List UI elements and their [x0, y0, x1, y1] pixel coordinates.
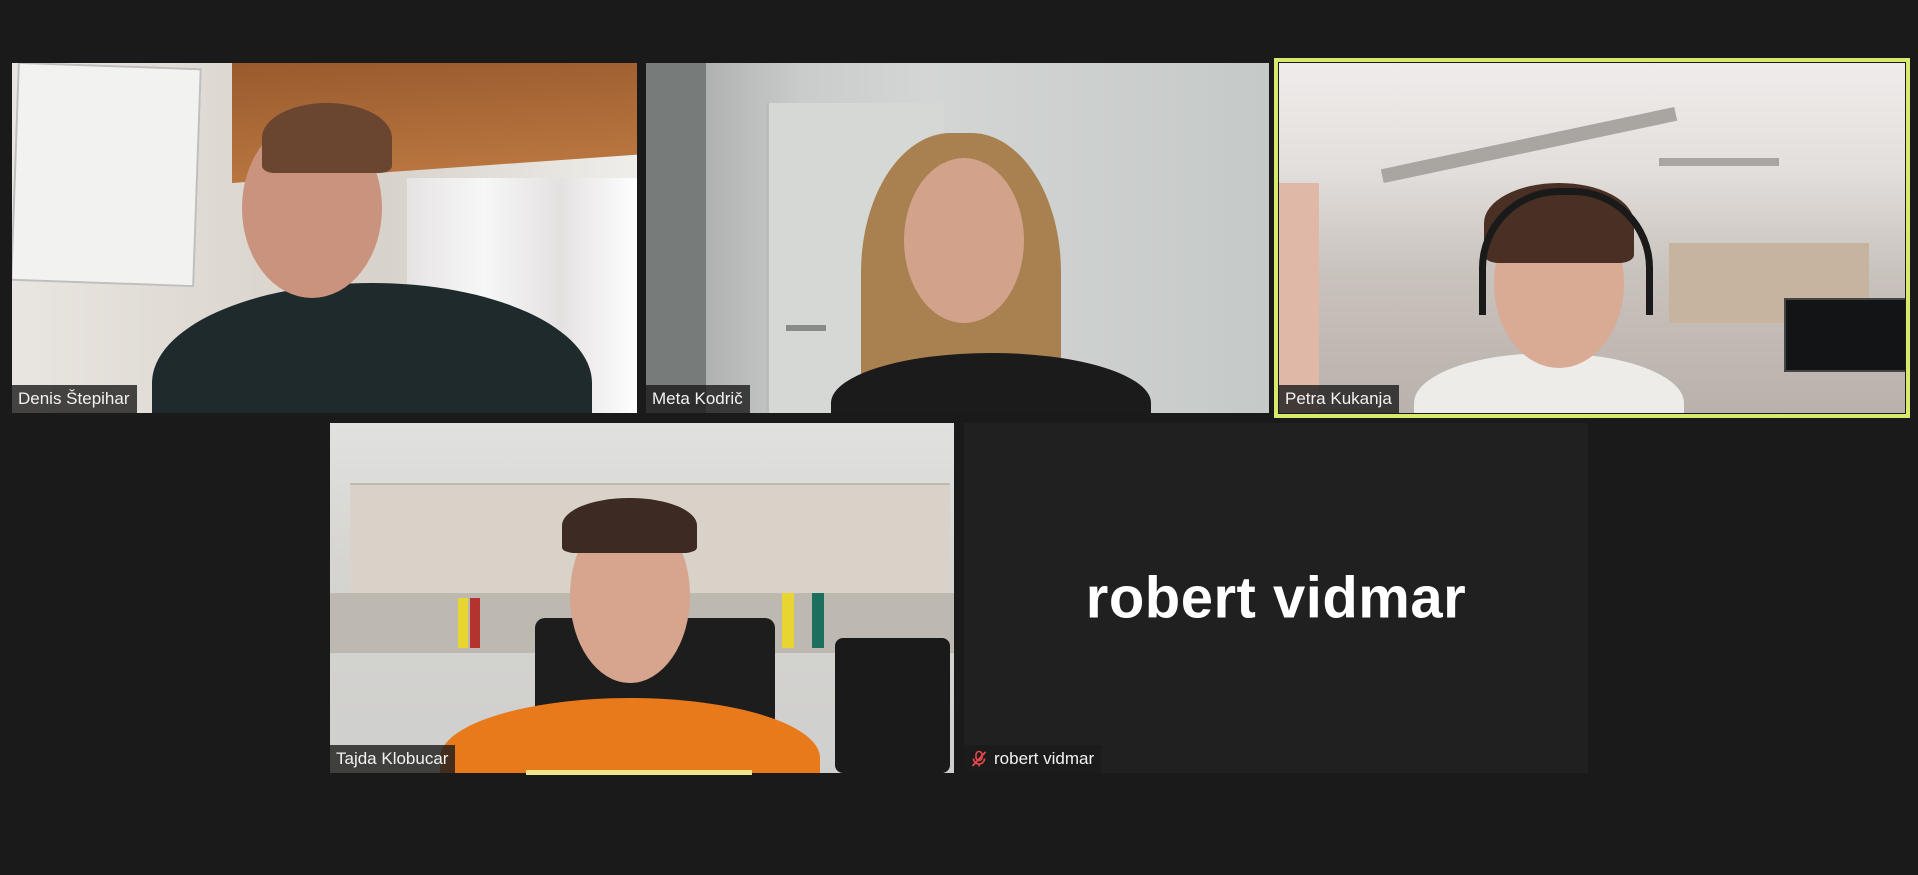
video-feed: [1279, 63, 1905, 413]
participant-name-tag: Denis Štepihar: [12, 385, 137, 413]
participant-tile-denis[interactable]: Denis Štepihar: [12, 63, 637, 413]
participant-tile-meta[interactable]: Meta Kodrič: [646, 63, 1269, 413]
participant-display-name: robert vidmar: [1085, 565, 1467, 631]
participant-name-tag: robert vidmar: [964, 745, 1102, 773]
participant-name-tag: Tajda Klobucar: [330, 745, 456, 773]
video-feed: [12, 63, 637, 413]
audio-level-bar: [526, 770, 752, 775]
participant-tile-robert[interactable]: robert vidmar robert vidmar: [964, 423, 1588, 773]
video-feed: [330, 423, 954, 773]
participant-tile-tajda[interactable]: Tajda Klobucar: [330, 423, 954, 775]
participant-tile-petra[interactable]: Petra Kukanja: [1274, 58, 1910, 418]
participant-name-tag: Petra Kukanja: [1279, 385, 1399, 413]
video-feed: [646, 63, 1269, 413]
muted-mic-icon: [970, 750, 988, 768]
participant-name-tag: Meta Kodrič: [646, 385, 750, 413]
